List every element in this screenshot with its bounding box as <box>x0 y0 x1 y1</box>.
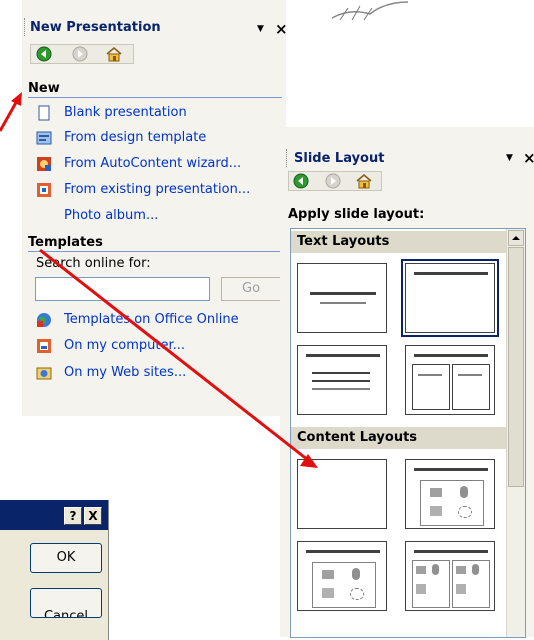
forward-icon[interactable] <box>324 173 342 189</box>
arrow-line-top <box>0 98 20 132</box>
web-sites-icon <box>36 367 52 380</box>
section-templates-divider <box>28 251 282 252</box>
on-my-computer-link[interactable]: On my computer... <box>64 338 185 353</box>
help-button[interactable]: ? <box>64 507 82 525</box>
dialog-title-bar: ? X <box>0 500 108 530</box>
cancel-label: Cancel <box>43 609 89 618</box>
search-online-input[interactable] <box>35 277 210 301</box>
dialog-window: ? X OK Cancel <box>0 500 109 640</box>
slide-layout-title: Slide Layout <box>294 151 385 166</box>
on-my-web-sites-link[interactable]: On my Web sites... <box>64 365 186 380</box>
blank-page-icon <box>38 105 50 121</box>
search-go-label: Go <box>242 281 261 296</box>
scroll-up-icon <box>512 236 520 240</box>
text-layouts-group: Text Layouts <box>291 231 507 253</box>
computer-templates-icon <box>37 339 51 353</box>
ok-button[interactable]: OK <box>30 543 102 573</box>
new-presentation-pane: New Presentation ▼ × New Blank presentat… <box>22 0 288 416</box>
layout-two-column-text[interactable] <box>405 345 495 415</box>
layout-blank[interactable] <box>297 459 387 529</box>
pane-title: New Presentation <box>30 20 161 35</box>
layout-gallery: Text Layouts Content Layouts <box>290 228 526 638</box>
slide-layout-pane: Slide Layout ▼ × Apply slide layout: Tex… <box>280 127 534 638</box>
cancel-button[interactable]: Cancel <box>30 588 102 618</box>
content-layouts-group: Content Layouts <box>291 427 507 449</box>
back-icon[interactable] <box>35 46 53 62</box>
globe-icon <box>37 313 51 327</box>
from-autocontent-wizard-link[interactable]: From AutoContent wizard... <box>64 156 241 171</box>
slide-layout-close-icon[interactable]: × <box>523 149 534 167</box>
slide-layout-dropdown-icon[interactable]: ▼ <box>506 153 513 163</box>
dialog-close-button[interactable]: X <box>84 507 102 525</box>
ok-label: OK <box>56 550 76 565</box>
pane-grip <box>286 149 290 167</box>
section-templates-heading: Templates <box>28 235 103 250</box>
pane-grip <box>24 18 28 36</box>
layout-content[interactable] <box>405 459 495 529</box>
forward-icon[interactable] <box>71 46 89 62</box>
gallery-scrollbar[interactable] <box>506 229 525 637</box>
from-design-template-link[interactable]: From design template <box>64 130 206 145</box>
apply-slide-layout-label: Apply slide layout: <box>288 207 425 222</box>
pane-menu-dropdown-icon[interactable]: ▼ <box>257 24 264 34</box>
pane-navigation-bar <box>30 44 134 64</box>
photo-album-link[interactable]: Photo album... <box>64 208 158 223</box>
layout-title-only[interactable] <box>401 259 499 337</box>
from-existing-presentation-link[interactable]: From existing presentation... <box>64 182 250 197</box>
existing-presentation-icon <box>37 183 51 197</box>
blank-presentation-link[interactable]: Blank presentation <box>64 105 187 120</box>
layout-title-and-two-content[interactable] <box>405 541 495 611</box>
scroll-thumb[interactable] <box>508 247 524 487</box>
layout-title-and-content[interactable] <box>297 541 387 611</box>
design-template-icon <box>36 131 52 145</box>
home-icon[interactable] <box>105 46 123 62</box>
section-new-heading: New <box>28 81 60 96</box>
pane-close-icon[interactable]: × <box>275 20 288 38</box>
wizard-icon <box>37 157 51 171</box>
arrow-head-top <box>11 92 22 106</box>
search-go-button[interactable]: Go <box>221 277 286 301</box>
scroll-up-button[interactable] <box>508 230 524 246</box>
layout-title-slide[interactable] <box>297 263 387 333</box>
slide-layout-navigation-bar <box>288 171 382 191</box>
layout-title-and-text[interactable] <box>297 345 387 415</box>
section-new-divider <box>28 97 282 98</box>
decorative-clipart <box>331 1 409 21</box>
templates-office-online-link[interactable]: Templates on Office Online <box>64 312 239 327</box>
back-icon[interactable] <box>292 173 310 189</box>
home-icon[interactable] <box>355 173 373 189</box>
search-online-label: Search online for: <box>36 256 151 271</box>
